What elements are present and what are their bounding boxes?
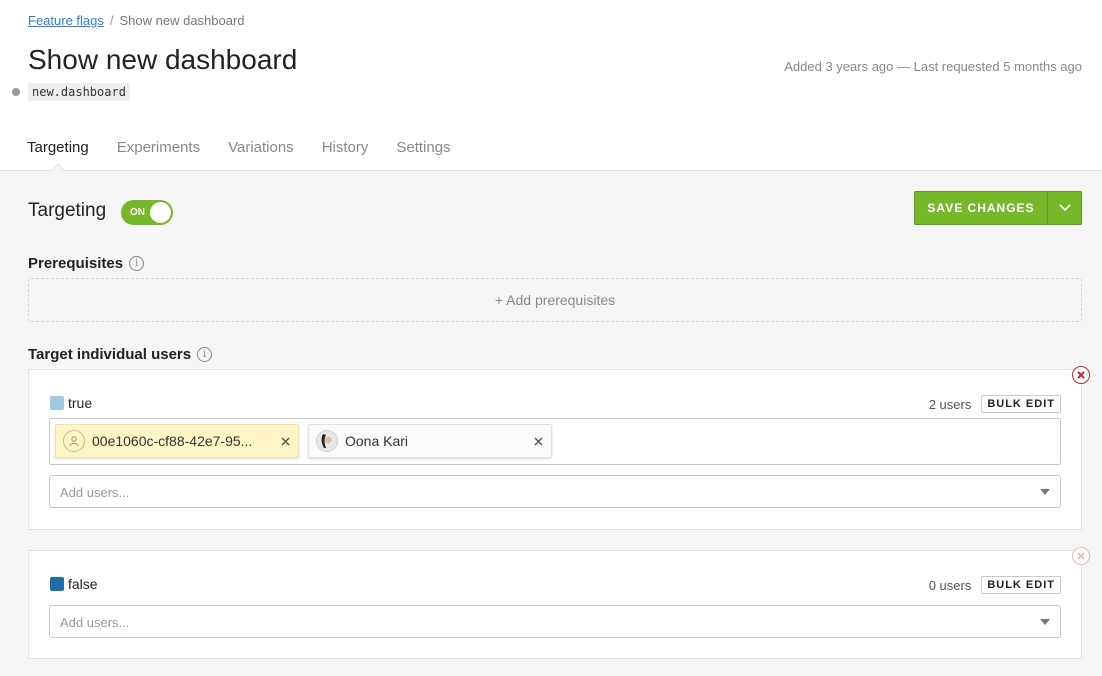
info-icon[interactable]: i (129, 256, 145, 271)
save-changes-button[interactable]: SAVE CHANGES (914, 191, 1047, 225)
chevron-down-icon (1058, 204, 1071, 212)
add-prerequisites-button[interactable]: + Add prerequisites (28, 278, 1082, 322)
user-chip-label: Oona Kari (345, 433, 409, 449)
close-icon (280, 436, 290, 446)
bulk-edit-button[interactable]: BULK EDIT (981, 395, 1061, 413)
breadcrumb: Feature flags / Show new dashboard (28, 13, 245, 28)
variation-count-row: 0 users BULK EDIT (929, 576, 1061, 594)
remove-user-button[interactable] (531, 434, 545, 448)
variation-panel-false: false 0 users BULK EDIT Add users... (28, 547, 1090, 659)
save-button-group: SAVE CHANGES (914, 191, 1082, 225)
caret-down-icon (1040, 489, 1050, 495)
prerequisites-title: Prerequisites (28, 255, 124, 272)
user-count: 0 users (928, 577, 972, 593)
toggle-knob (150, 202, 171, 223)
user-chip-label: 00e1060c-cf88-42e7-95... (92, 433, 253, 449)
add-users-placeholder: Add users... (60, 615, 130, 630)
add-users-select[interactable]: Add users... (49, 605, 1061, 638)
targeting-main: Targeting ON SAVE CHANGES Prerequisites … (0, 171, 1102, 676)
variation-name: false (68, 576, 98, 592)
individual-targets-title: Target individual users (28, 346, 192, 363)
user-count: 2 users (928, 396, 972, 412)
tab-bar: Targeting Experiments Variations History… (27, 139, 479, 171)
flag-key-row: new.dashboard (12, 83, 130, 101)
targeted-users-field[interactable]: 00e1060c-cf88-42e7-95... Oona Kari (49, 418, 1061, 465)
targeting-toggle[interactable]: ON (121, 200, 173, 225)
add-users-placeholder: Add users... (60, 485, 130, 500)
user-chip: Oona Kari (308, 424, 552, 458)
user-avatar (316, 430, 338, 452)
flag-meta: Added 3 years ago — Last requested 5 mon… (784, 59, 1082, 74)
status-dot-icon (12, 88, 20, 96)
breadcrumb-separator: / (109, 13, 114, 28)
tab-history[interactable]: History (322, 139, 369, 171)
variation-name: true (68, 395, 93, 411)
variation-panel-true: true 2 users BULK EDIT 00e1060c-cf88-42e… (28, 366, 1090, 530)
page-title: Show new dashboard (28, 44, 298, 75)
variation-color-swatch (50, 396, 64, 410)
targeting-title: Targeting (28, 200, 107, 221)
close-icon (1077, 552, 1085, 560)
prerequisites-heading: Prerequisites i (28, 255, 145, 272)
breadcrumb-feature-flags-link[interactable]: Feature flags (28, 13, 104, 28)
breadcrumb-current: Show new dashboard (119, 13, 245, 28)
caret-down-icon (1040, 619, 1050, 625)
remove-variation-target-button[interactable] (1072, 547, 1090, 565)
variation-label-row: false (50, 576, 98, 592)
info-icon[interactable]: i (197, 347, 213, 362)
save-options-dropdown[interactable] (1047, 191, 1082, 225)
variation-label-row: true (50, 395, 92, 411)
user-chip: 00e1060c-cf88-42e7-95... (55, 424, 299, 458)
bulk-edit-button[interactable]: BULK EDIT (981, 576, 1061, 594)
variation-color-swatch (50, 577, 64, 591)
tab-settings[interactable]: Settings (396, 139, 450, 171)
anonymous-user-icon (63, 430, 85, 452)
page-header: Feature flags / Show new dashboard Show ne… (0, 0, 1102, 171)
tab-targeting[interactable]: Targeting (27, 139, 89, 171)
variation-count-row: 2 users BULK EDIT (929, 395, 1061, 413)
remove-variation-target-button[interactable] (1072, 366, 1090, 384)
remove-user-button[interactable] (278, 434, 292, 448)
close-icon (533, 436, 543, 446)
tab-variations[interactable]: Variations (228, 139, 294, 171)
tab-experiments[interactable]: Experiments (117, 139, 200, 171)
individual-targets-heading: Target individual users i (28, 346, 213, 363)
flag-key: new.dashboard (28, 83, 130, 101)
add-users-select[interactable]: Add users... (49, 475, 1061, 508)
toggle-label: ON (130, 207, 145, 218)
close-icon (1077, 371, 1085, 379)
